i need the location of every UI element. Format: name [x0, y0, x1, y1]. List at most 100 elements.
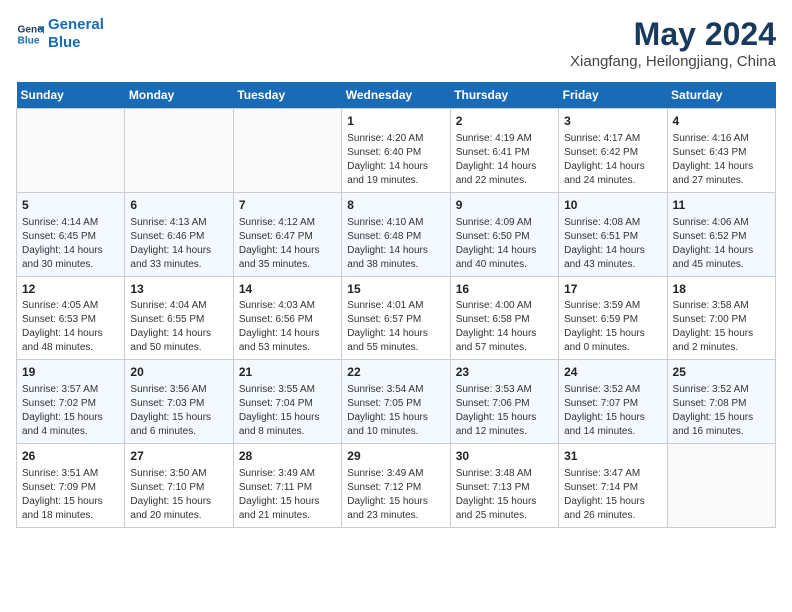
day-info: Sunrise: 3:58 AM Sunset: 7:00 PM Dayligh… [673, 299, 770, 355]
day-info: Sunrise: 3:53 AM Sunset: 7:06 PM Dayligh… [456, 383, 553, 439]
day-number: 17 [564, 281, 661, 298]
day-cell: 12Sunrise: 4:05 AM Sunset: 6:53 PM Dayli… [17, 276, 125, 360]
day-cell: 27Sunrise: 3:50 AM Sunset: 7:10 PM Dayli… [125, 444, 233, 528]
day-cell: 22 Sunrise: 3:54 AM Sunset: 7:05 PM Dayli… [342, 360, 450, 444]
col-header-thursday: Thursday [450, 82, 558, 109]
svg-text:Blue: Blue [18, 35, 40, 46]
day-cell: 11 Sunrise: 4:06 AM Sunset: 6:52 PM Dayli… [667, 192, 775, 276]
day-number: 15 [347, 281, 444, 298]
day-cell: 2Sunrise: 4:19 AM Sunset: 6:41 PM Daylig… [450, 109, 558, 193]
day-info: Sunrise: 4:17 AM Sunset: 6:42 PM Dayligh… [564, 132, 661, 188]
day-info: Sunrise: 4:08 AM Sunset: 6:51 PM Dayligh… [564, 216, 661, 272]
day-cell [667, 444, 775, 528]
day-info: Sunrise: 4:14 AM Sunset: 6:45 PM Dayligh… [22, 216, 119, 272]
day-info: Sunrise: 3:57 AM Sunset: 7:02 PM Dayligh… [22, 383, 119, 439]
week-row-2: 5 Sunrise: 4:14 AM Sunset: 6:45 PM Daylig… [17, 192, 776, 276]
day-cell: 26Sunrise: 3:51 AM Sunset: 7:09 PM Dayli… [17, 444, 125, 528]
day-number: 30 [456, 448, 553, 465]
day-cell: 1Sunrise: 4:20 AM Sunset: 6:40 PM Daylig… [342, 109, 450, 193]
day-info: Sunrise: 3:50 AM Sunset: 7:10 PM Dayligh… [130, 467, 227, 523]
day-number: 21 [239, 364, 336, 381]
day-number: 2 [456, 113, 553, 130]
logo-text: General Blue [48, 16, 104, 52]
day-cell [233, 109, 341, 193]
day-number: 22 [347, 364, 444, 381]
day-number: 23 [456, 364, 553, 381]
day-cell [125, 109, 233, 193]
day-cell: 9Sunrise: 4:09 AM Sunset: 6:50 PM Daylig… [450, 192, 558, 276]
day-info: Sunrise: 4:05 AM Sunset: 6:53 PM Dayligh… [22, 299, 119, 355]
day-number: 28 [239, 448, 336, 465]
day-cell: 28Sunrise: 3:49 AM Sunset: 7:11 PM Dayli… [233, 444, 341, 528]
day-cell: 8 Sunrise: 4:10 AM Sunset: 6:48 PM Daylig… [342, 192, 450, 276]
day-number: 19 [22, 364, 119, 381]
day-number: 16 [456, 281, 553, 298]
subtitle: Xiangfang, Heilongjiang, China [570, 53, 776, 70]
day-info: Sunrise: 4:06 AM Sunset: 6:52 PM Dayligh… [673, 216, 770, 272]
day-cell: 7 Sunrise: 4:12 AM Sunset: 6:47 PM Daylig… [233, 192, 341, 276]
day-cell: 19 Sunrise: 3:57 AM Sunset: 7:02 PM Dayli… [17, 360, 125, 444]
day-number: 25 [673, 364, 770, 381]
logo: General Blue General Blue [16, 16, 104, 52]
day-info: Sunrise: 4:12 AM Sunset: 6:47 PM Dayligh… [239, 216, 336, 272]
day-number: 31 [564, 448, 661, 465]
day-cell: 21 Sunrise: 3:55 AM Sunset: 7:04 PM Dayli… [233, 360, 341, 444]
day-cell: 23 Sunrise: 3:53 AM Sunset: 7:06 PM Dayli… [450, 360, 558, 444]
day-info: Sunrise: 4:09 AM Sunset: 6:50 PM Dayligh… [456, 216, 553, 272]
day-cell: 4 Sunrise: 4:16 AM Sunset: 6:43 PM Daylig… [667, 109, 775, 193]
col-header-monday: Monday [125, 82, 233, 109]
day-cell [17, 109, 125, 193]
day-info: Sunrise: 4:00 AM Sunset: 6:58 PM Dayligh… [456, 299, 553, 355]
day-number: 13 [130, 281, 227, 298]
day-info: Sunrise: 3:52 AM Sunset: 7:08 PM Dayligh… [673, 383, 770, 439]
day-number: 24 [564, 364, 661, 381]
day-number: 18 [673, 281, 770, 298]
logo-line2: Blue [48, 34, 81, 51]
day-number: 6 [130, 197, 227, 214]
day-info: Sunrise: 3:54 AM Sunset: 7:05 PM Dayligh… [347, 383, 444, 439]
header-row: SundayMondayTuesdayWednesdayThursdayFrid… [17, 82, 776, 109]
day-info: Sunrise: 3:56 AM Sunset: 7:03 PM Dayligh… [130, 383, 227, 439]
col-header-friday: Friday [559, 82, 667, 109]
day-info: Sunrise: 4:20 AM Sunset: 6:40 PM Dayligh… [347, 132, 444, 188]
day-cell: 25 Sunrise: 3:52 AM Sunset: 7:08 PM Dayli… [667, 360, 775, 444]
week-row-4: 19 Sunrise: 3:57 AM Sunset: 7:02 PM Dayli… [17, 360, 776, 444]
day-info: Sunrise: 4:10 AM Sunset: 6:48 PM Dayligh… [347, 216, 444, 272]
day-info: Sunrise: 3:51 AM Sunset: 7:09 PM Dayligh… [22, 467, 119, 523]
day-cell: 3 Sunrise: 4:17 AM Sunset: 6:42 PM Daylig… [559, 109, 667, 193]
day-info: Sunrise: 3:52 AM Sunset: 7:07 PM Dayligh… [564, 383, 661, 439]
day-number: 4 [673, 113, 770, 130]
main-title: May 2024 [570, 16, 776, 53]
col-header-sunday: Sunday [17, 82, 125, 109]
week-row-5: 26Sunrise: 3:51 AM Sunset: 7:09 PM Dayli… [17, 444, 776, 528]
day-cell: 5 Sunrise: 4:14 AM Sunset: 6:45 PM Daylig… [17, 192, 125, 276]
day-number: 7 [239, 197, 336, 214]
col-header-wednesday: Wednesday [342, 82, 450, 109]
day-info: Sunrise: 4:16 AM Sunset: 6:43 PM Dayligh… [673, 132, 770, 188]
day-number: 14 [239, 281, 336, 298]
day-info: Sunrise: 4:03 AM Sunset: 6:56 PM Dayligh… [239, 299, 336, 355]
day-number: 10 [564, 197, 661, 214]
day-info: Sunrise: 3:49 AM Sunset: 7:12 PM Dayligh… [347, 467, 444, 523]
day-number: 8 [347, 197, 444, 214]
day-info: Sunrise: 3:59 AM Sunset: 6:59 PM Dayligh… [564, 299, 661, 355]
logo-icon: General Blue [16, 20, 44, 48]
day-cell: 30Sunrise: 3:48 AM Sunset: 7:13 PM Dayli… [450, 444, 558, 528]
day-info: Sunrise: 4:01 AM Sunset: 6:57 PM Dayligh… [347, 299, 444, 355]
day-number: 29 [347, 448, 444, 465]
day-cell: 6Sunrise: 4:13 AM Sunset: 6:46 PM Daylig… [125, 192, 233, 276]
day-number: 5 [22, 197, 119, 214]
day-info: Sunrise: 4:04 AM Sunset: 6:55 PM Dayligh… [130, 299, 227, 355]
day-cell: 18Sunrise: 3:58 AM Sunset: 7:00 PM Dayli… [667, 276, 775, 360]
header: General Blue General Blue May 2024 Xiang… [16, 16, 776, 70]
day-number: 3 [564, 113, 661, 130]
day-cell: 13Sunrise: 4:04 AM Sunset: 6:55 PM Dayli… [125, 276, 233, 360]
title-area: May 2024 Xiangfang, Heilongjiang, China [570, 16, 776, 70]
day-cell: 14Sunrise: 4:03 AM Sunset: 6:56 PM Dayli… [233, 276, 341, 360]
day-info: Sunrise: 3:55 AM Sunset: 7:04 PM Dayligh… [239, 383, 336, 439]
day-cell: 24 Sunrise: 3:52 AM Sunset: 7:07 PM Dayli… [559, 360, 667, 444]
day-number: 11 [673, 197, 770, 214]
day-cell: 20 Sunrise: 3:56 AM Sunset: 7:03 PM Dayli… [125, 360, 233, 444]
day-cell: 15Sunrise: 4:01 AM Sunset: 6:57 PM Dayli… [342, 276, 450, 360]
day-number: 20 [130, 364, 227, 381]
